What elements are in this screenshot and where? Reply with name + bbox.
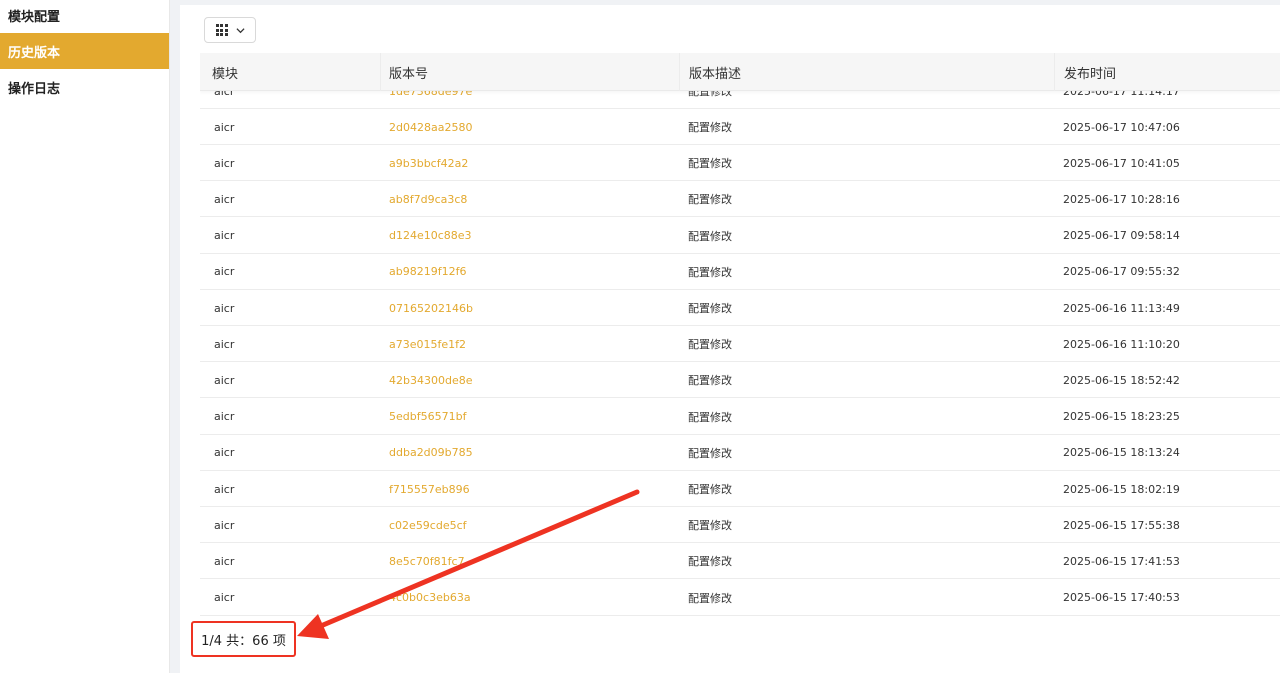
- column-settings-button[interactable]: [204, 17, 256, 43]
- cell-module: aicr: [214, 410, 235, 424]
- cell-module: aicr: [214, 373, 235, 387]
- table-row[interactable]: aicr f715557eb896 配置修改 2025-06-15 18:02:19: [200, 471, 1280, 507]
- sidebar-item-operation-log[interactable]: 操作日志: [0, 69, 169, 105]
- cell-version-link[interactable]: 07165202146b: [389, 290, 473, 326]
- column-header-module[interactable]: 模块: [212, 53, 238, 91]
- cell-publish-time: 2025-06-17 09:58:14: [1063, 229, 1180, 243]
- cell-publish-time: 2025-06-17 10:41:05: [1063, 156, 1180, 170]
- sidebar-item-label: 模块配置: [8, 9, 61, 25]
- cell-publish-time: 2025-06-16 11:10:20: [1063, 337, 1180, 351]
- cell-publish-time: 2025-06-15 18:23:25: [1063, 410, 1180, 424]
- cell-version-link[interactable]: ab98219f12f6: [389, 254, 466, 290]
- cell-description: 配置修改: [688, 265, 732, 279]
- cell-module: aicr: [214, 482, 235, 496]
- cell-publish-time: 2025-06-15 18:13:24: [1063, 446, 1180, 460]
- chevron-down-icon: [235, 27, 245, 33]
- cell-publish-time: 2025-06-16 11:13:49: [1063, 301, 1180, 315]
- cell-publish-time: 2025-06-17 09:55:32: [1063, 265, 1180, 279]
- cell-description: 配置修改: [688, 483, 732, 496]
- cell-version-link[interactable]: a73e015fe1f2: [389, 326, 466, 362]
- cell-description: 配置修改: [688, 410, 732, 424]
- cell-description: 配置修改: [688, 555, 732, 569]
- table-row[interactable]: aicr 07165202146b 配置修改 2025-06-16 11:13:49: [200, 290, 1280, 326]
- table-row[interactable]: aicr d124e10c88e3 配置修改 2025-06-17 09:58:14: [200, 218, 1280, 254]
- pagination-text: 1/4 共：66 项: [201, 633, 286, 649]
- cell-version-link[interactable]: f715557eb896: [389, 471, 470, 507]
- table-row[interactable]: aicr a73e015fe1f2 配置修改 2025-06-16 11:10:20: [200, 326, 1280, 363]
- cell-description: 配置修改: [688, 591, 732, 605]
- cell-description: 配置修改: [688, 446, 732, 460]
- cell-module: aicr: [214, 156, 235, 170]
- cell-version-link[interactable]: d124e10c88e3: [389, 218, 472, 254]
- grid-icon: [215, 24, 228, 36]
- sidebar-item-history-versions[interactable]: 历史版本: [0, 33, 169, 69]
- cell-description: 配置修改: [688, 121, 732, 134]
- cell-module: aicr: [214, 301, 235, 315]
- cell-module: aicr: [214, 554, 235, 568]
- sidebar-item-module-config[interactable]: 模块配置: [0, 0, 169, 33]
- sidebar: 模块配置 历史版本 操作日志: [0, 0, 170, 673]
- cell-publish-time: 2025-06-15 17:40:53: [1063, 591, 1180, 605]
- table-row[interactable]: aicr 42b34300de8e 配置修改 2025-06-15 18:52:42: [200, 362, 1280, 399]
- cell-version-link[interactable]: a9b3bbcf42a2: [389, 145, 468, 181]
- cell-version-link[interactable]: ddba2d09b785: [389, 435, 473, 471]
- table-row[interactable]: aicr 8e5c70f81fc7 配置修改 2025-06-15 17:41:53: [200, 543, 1280, 580]
- cell-version-link[interactable]: 5edbf56571bf: [389, 399, 466, 435]
- history-table: aicr 1de7368de97e 配置修改 2025-06-17 11:14:…: [200, 53, 1280, 617]
- cell-publish-time: 2025-06-15 18:02:19: [1063, 482, 1180, 496]
- cell-publish-time: 2025-06-15 17:55:38: [1063, 518, 1180, 532]
- cell-publish-time: 2025-06-17 10:47:06: [1063, 120, 1180, 134]
- table-row[interactable]: aicr a9b3bbcf42a2 配置修改 2025-06-17 10:41:05: [200, 145, 1280, 182]
- cell-description: 配置修改: [688, 193, 732, 207]
- cell-module: aicr: [214, 265, 235, 279]
- cell-module: aicr: [214, 337, 235, 351]
- cell-publish-time: 2025-06-17 10:28:16: [1063, 192, 1180, 206]
- table-row[interactable]: aicr 4c0b0c3eb63a 配置修改 2025-06-15 17:40:53: [200, 580, 1280, 616]
- column-header-description[interactable]: 版本描述: [689, 53, 741, 91]
- sidebar-item-label: 操作日志: [8, 81, 61, 97]
- cell-description: 配置修改: [688, 157, 732, 171]
- column-header-version[interactable]: 版本号: [389, 53, 428, 91]
- cell-module: aicr: [214, 591, 235, 605]
- cell-version-link[interactable]: 42b34300de8e: [389, 362, 473, 398]
- cell-module: aicr: [214, 229, 235, 243]
- cell-version-link[interactable]: 4c0b0c3eb63a: [389, 580, 471, 616]
- table-row[interactable]: aicr 5edbf56571bf 配置修改 2025-06-15 18:23:25: [200, 399, 1280, 435]
- cell-version-link[interactable]: 8e5c70f81fc7: [389, 543, 465, 579]
- cell-publish-time: 2025-06-15 18:52:42: [1063, 373, 1180, 387]
- cell-module: aicr: [214, 192, 235, 206]
- cell-module: aicr: [214, 446, 235, 460]
- pagination-summary: 1/4 共：66 项: [191, 621, 296, 657]
- cell-description: 配置修改: [688, 374, 732, 388]
- cell-description: 配置修改: [688, 519, 732, 533]
- table-row[interactable]: aicr 2d0428aa2580 配置修改 2025-06-17 10:47:06: [200, 109, 1280, 145]
- cell-version-link[interactable]: ab8f7d9ca3c8: [389, 181, 467, 217]
- cell-description: 配置修改: [688, 302, 732, 315]
- main-panel: aicr 1de7368de97e 配置修改 2025-06-17 11:14:…: [180, 5, 1280, 673]
- table-row[interactable]: aicr ab8f7d9ca3c8 配置修改 2025-06-17 10:28:16: [200, 181, 1280, 218]
- cell-description: 配置修改: [688, 338, 732, 352]
- cell-version-link[interactable]: c02e59cde5cf: [389, 507, 467, 543]
- cell-publish-time: 2025-06-15 17:41:53: [1063, 554, 1180, 568]
- cell-module: aicr: [214, 120, 235, 134]
- column-header-publish-time[interactable]: 发布时间: [1064, 53, 1116, 91]
- cell-description: 配置修改: [688, 229, 732, 243]
- table-header: 模块 版本号 版本描述 发布时间: [200, 53, 1280, 91]
- cell-version-link[interactable]: 2d0428aa2580: [389, 109, 472, 145]
- table-row[interactable]: aicr ab98219f12f6 配置修改 2025-06-17 09:55:32: [200, 254, 1280, 290]
- sidebar-item-label: 历史版本: [8, 45, 61, 61]
- table-row[interactable]: aicr c02e59cde5cf 配置修改 2025-06-15 17:55:38: [200, 507, 1280, 544]
- table-row[interactable]: aicr ddba2d09b785 配置修改 2025-06-15 18:13:24: [200, 435, 1280, 471]
- cell-module: aicr: [214, 518, 235, 532]
